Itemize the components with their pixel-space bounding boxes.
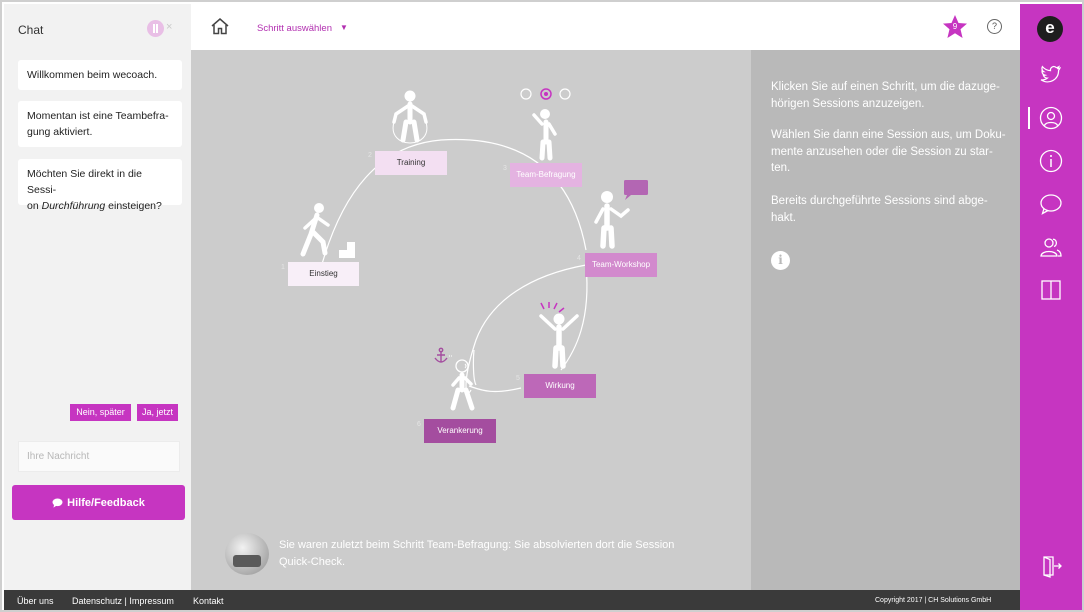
info-panel: Klicken Sie auf einen Schritt, um die da… (751, 50, 1020, 590)
chat-message: Willkommen beim wecoach. (18, 60, 182, 90)
info-text-line: ten. (771, 162, 791, 174)
footer-link-privacy[interactable]: Datenschutz | Impressum (72, 596, 174, 606)
last-step-message-text: Quick-Check. (279, 556, 346, 568)
step-card-training[interactable]: Training (375, 151, 447, 175)
step-path (300, 88, 648, 411)
help-feedback-button[interactable]: Hilfe/Feedback (12, 485, 185, 520)
reply-now-button[interactable]: Ja, jetzt (137, 404, 178, 421)
chat-message: Momentan ist eine Teambefra- gung aktivi… (18, 101, 182, 147)
info-text-line: Klicken Sie auf einen Schritt, um die da… (771, 81, 1000, 93)
step-card-wirkung[interactable]: Wirkung (524, 374, 596, 398)
footer: Über uns Datenschutz | Impressum Kontakt… (4, 590, 1020, 610)
coach-avatar (225, 533, 269, 575)
speech-bubble-icon (52, 498, 63, 508)
info-icon[interactable]: i (771, 251, 790, 270)
copyright-text: Copyright 2017 | CH Solutions GmbH (875, 597, 992, 604)
chat-message: Möchten Sie direkt in die Sessi- on Durc… (18, 159, 182, 212)
info-text-line: hakt. (771, 211, 796, 224)
help-icon[interactable]: ? (987, 19, 1002, 34)
top-bar: Schritt auswählen ▼ 9 ? (191, 4, 1020, 50)
chat-message-text: on (27, 200, 42, 212)
chat-title: Chat (18, 23, 44, 37)
chat-message-text: on Durchführung einsteigen? (27, 198, 173, 214)
info-text: Bereits durchgeführte Sessions sind abge… (771, 193, 1007, 226)
chat-message-text: einsteigen? (105, 200, 162, 212)
step-number: 5 (516, 375, 520, 382)
star-count: 9 (952, 22, 958, 31)
celebrating-figure-icon (539, 302, 579, 369)
help-feedback-label: Hilfe/Feedback (67, 496, 145, 509)
step-number: 3 (503, 165, 507, 172)
chat-message-text: Möchten Sie direkt in die Sessi- (27, 168, 142, 196)
step-number: 4 (577, 255, 581, 262)
chevron-down-icon[interactable]: ▼ (340, 23, 348, 32)
book-icon[interactable] (1039, 278, 1063, 302)
users-icon[interactable] (1039, 235, 1063, 259)
step-card-team-befragung[interactable]: Team-Befragung (510, 163, 582, 187)
pause-icon[interactable] (147, 20, 164, 37)
survey-figure-icon (520, 88, 571, 161)
step-card-einstieg[interactable]: Einstieg (288, 262, 359, 286)
info-text: Wählen Sie dann eine Session aus, um Dok… (771, 127, 1007, 177)
close-icon[interactable]: × (166, 21, 172, 33)
jump-rope-figure-icon (392, 90, 428, 144)
info-text: Klicken Sie auf einen Schritt, um die da… (771, 79, 1007, 112)
info-text-line: hörigen Sessions anzuzeigen. (771, 97, 925, 110)
info-circle-icon[interactable] (1039, 149, 1063, 173)
user-circle-icon[interactable] (1039, 106, 1063, 130)
footer-link-about[interactable]: Über uns (17, 596, 54, 606)
app-window: Chat × Willkommen beim wecoach. Momentan… (0, 0, 1084, 612)
info-text-line: Bereits durchgeführte Sessions sind abge… (771, 195, 988, 207)
step-select-dropdown[interactable]: Schritt auswählen (257, 23, 332, 34)
presenter-figure-icon (594, 180, 648, 249)
chat-message-text: Momentan ist eine Teambefra- (27, 110, 169, 122)
step-card-verankerung[interactable]: Verankerung (424, 419, 496, 443)
step-number: 6 (417, 421, 421, 428)
step-map: 1 Einstieg 2 Training 3 Team-Befragung 4… (191, 50, 751, 590)
step-number: 2 (368, 152, 372, 159)
footer-link-contact[interactable]: Kontakt (193, 596, 224, 606)
info-text-line: Wählen Sie dann eine Session aus, um Dok… (771, 129, 1006, 141)
anchor-figure-icon (434, 347, 475, 411)
info-text-line: mente anzusehen oder die Session zu star… (771, 145, 993, 158)
last-step-message-text: Sie waren zuletzt beim Schritt Team-Befr… (279, 539, 675, 551)
logo-icon[interactable]: e (1037, 16, 1063, 42)
speech-bubble-icon[interactable] (1039, 192, 1063, 216)
chat-message-text: gung aktiviert. (27, 126, 93, 138)
message-input[interactable] (18, 441, 180, 472)
exit-door-icon[interactable] (1039, 554, 1063, 578)
chat-panel: Chat × Willkommen beim wecoach. Momentan… (4, 4, 191, 590)
chat-message-emphasis: Durchführung (41, 200, 106, 212)
climber-figure-icon (300, 203, 355, 258)
step-card-team-workshop[interactable]: Team-Workshop (585, 253, 657, 277)
twitter-icon[interactable] (1039, 62, 1063, 86)
step-number: 1 (281, 264, 285, 271)
reply-later-button[interactable]: Nein, später (70, 404, 131, 421)
active-indicator (1028, 107, 1030, 129)
right-nav-rail: e (1020, 4, 1082, 610)
last-step-message: Sie waren zuletzt beim Schritt Team-Befr… (279, 537, 709, 571)
home-icon[interactable] (210, 17, 230, 35)
star-badge[interactable]: 9 (942, 14, 968, 40)
chat-message-text: Willkommen beim wecoach. (27, 69, 158, 81)
